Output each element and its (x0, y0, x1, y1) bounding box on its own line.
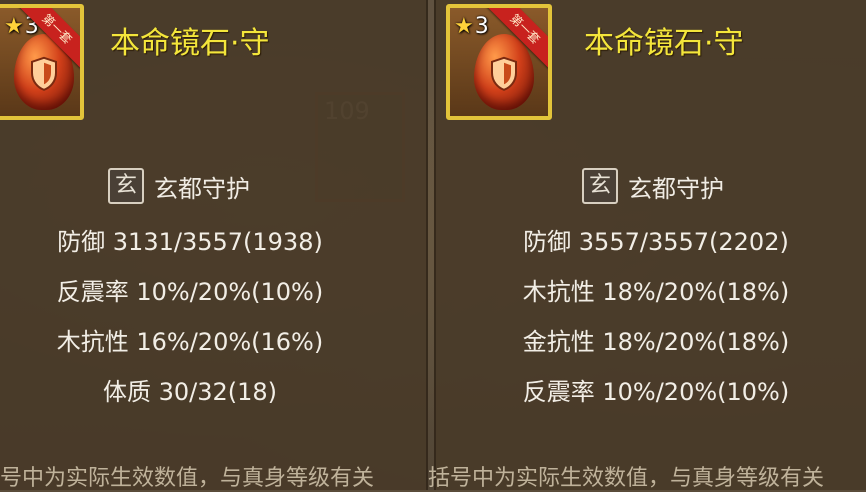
stat-line: 反震率 10%/20%(10%) (56, 278, 324, 306)
star-icon: ★ (454, 14, 474, 39)
set-name: 玄都守护 (628, 174, 724, 203)
set-badge-icon: 玄 (582, 168, 618, 204)
stat-list: 防御 3131/3557(1938) 反震率 10%/20%(10%) 木抗性 … (0, 224, 380, 424)
set-name: 玄都守护 (154, 174, 250, 203)
footer-note: 括号中为实际生效数值，与真身等级有关 (428, 466, 825, 491)
item-name: 本命镜石·守 (110, 26, 270, 61)
star-count-value: 3 (474, 14, 489, 39)
star-icon: ★ (4, 14, 24, 39)
item-tooltip-right: ★ 3 第一套 本命镜石·守 玄 玄都守护 防御 3557/3557(2202) … (428, 0, 866, 491)
stat-line: 体质 30/32(18) (102, 378, 278, 406)
stat-list: 防御 3557/3557(2202) 木抗性 18%/20%(18%) 金抗性 … (436, 224, 866, 424)
stat-line: 防御 3557/3557(2202) (523, 228, 789, 256)
star-rank: ★ 3 (454, 14, 489, 39)
shield-icon (491, 56, 517, 91)
item-name: 本命镜石·守 (584, 26, 744, 61)
stat-line: 金抗性 18%/20%(18%) (522, 328, 790, 356)
item-icon-frame[interactable]: ★ 3 第一套 (446, 4, 552, 120)
stat-line: 防御 3131/3557(1938) (57, 228, 323, 256)
set-row: 玄 玄都守护 (582, 168, 724, 204)
set-badge-icon: 玄 (108, 168, 144, 204)
stat-line: 木抗性 18%/20%(18%) (522, 278, 790, 306)
item-tooltip-left: ★ 3 第一套 本命镜石·守 玄 玄都守护 防御 3131/3557(1938) … (0, 0, 428, 491)
stat-line: 木抗性 16%/20%(16%) (56, 328, 324, 356)
set-row: 玄 玄都守护 (108, 168, 250, 204)
footer-note: 号中为实际生效数值，与真身等级有关 (0, 466, 375, 491)
stat-line: 反震率 10%/20%(10%) (522, 378, 790, 406)
shield-icon (31, 56, 57, 91)
item-icon-frame[interactable]: ★ 3 第一套 (0, 4, 84, 120)
